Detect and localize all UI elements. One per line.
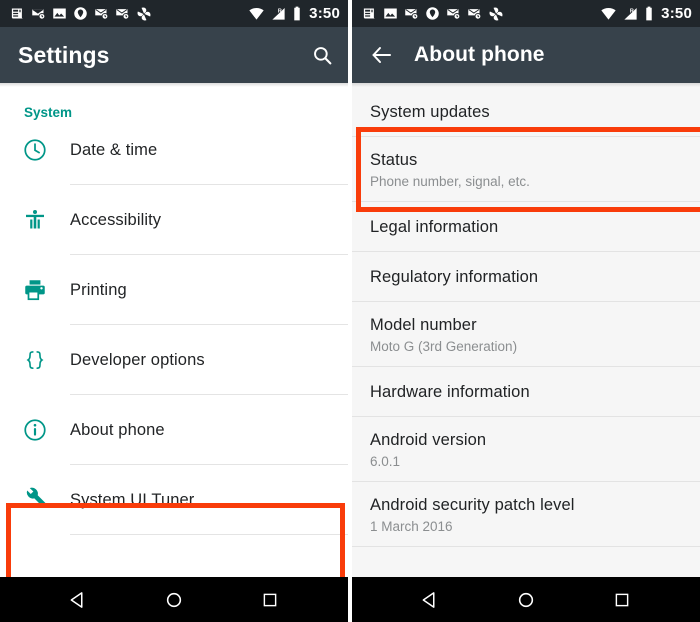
status-bar-right: R 3:50: [352, 0, 700, 27]
home-circle-icon: [518, 592, 534, 607]
mail-clock-icon: [32, 9, 46, 20]
about-phone-app-bar: About phone: [352, 27, 700, 83]
news-icon: [11, 8, 24, 19]
list-item-subtitle: Moto G (3rd Generation): [370, 338, 518, 354]
status-bar-clock: 3:50: [661, 5, 692, 22]
photo-icon: [53, 8, 66, 19]
braces-icon: [0, 347, 70, 373]
signal-roaming-icon: R: [272, 8, 285, 20]
recents-square-icon: [615, 593, 629, 606]
mail-clock-icon: [95, 9, 109, 20]
navigation-bar-right: [352, 577, 700, 622]
status-bar-left: R 3:50: [0, 0, 348, 27]
news-icon: [363, 8, 376, 19]
back-nav-button[interactable]: [53, 577, 103, 622]
home-nav-button[interactable]: [501, 577, 551, 622]
section-header-system: System: [24, 105, 73, 120]
about-phone-list: System updates Status Phone number, sign…: [352, 83, 700, 577]
mail-clock-icon: [116, 9, 130, 20]
svg-text:R: R: [278, 8, 282, 14]
list-divider: [352, 546, 700, 547]
signal-roaming-icon: R: [624, 8, 637, 20]
pinwheel-icon: [137, 7, 151, 20]
home-circle-icon: [166, 592, 182, 607]
sidebar-item-printing[interactable]: Printing: [0, 255, 348, 325]
status-bar-notification-icons-right: [362, 6, 600, 22]
battery-icon: [646, 6, 652, 21]
list-item-title: Android version: [370, 430, 487, 449]
settings-list: System Date & time Accessibility Printin…: [0, 83, 348, 577]
status-bar-notification-icons-left: [10, 6, 248, 22]
sidebar-item-label: System UI Tuner: [70, 490, 195, 509]
accessibility-icon: [0, 207, 70, 233]
list-item-title: Android security patch level: [370, 495, 575, 514]
list-item-system-updates[interactable]: System updates: [352, 87, 700, 137]
sidebar-item-label: Date & time: [70, 140, 158, 159]
info-icon: [0, 417, 70, 443]
list-item-android-security-patch-level[interactable]: Android security patch level 1 March 201…: [352, 482, 700, 547]
back-nav-button[interactable]: [405, 577, 455, 622]
sidebar-item-accessibility[interactable]: Accessibility: [0, 185, 348, 255]
list-item-model-number[interactable]: Model number Moto G (3rd Generation): [352, 302, 700, 367]
back-triangle-icon: [70, 591, 83, 608]
list-item-subtitle: 1 March 2016: [370, 518, 453, 534]
page-title: Settings: [18, 41, 110, 68]
list-divider: [70, 534, 348, 535]
back-button[interactable]: [370, 43, 394, 67]
sidebar-item-date-time[interactable]: Date & time: [0, 115, 348, 185]
svg-text:R: R: [630, 8, 634, 14]
list-item-title: Hardware information: [370, 383, 530, 401]
mail-clock-icon: [405, 9, 419, 20]
wifi-icon: [601, 8, 616, 20]
dual-screenshot-composite: R 3:50 Settings System Date & time Acces…: [0, 0, 700, 622]
battery-icon: [294, 6, 300, 21]
recents-nav-button[interactable]: [245, 577, 295, 622]
photo-icon: [384, 8, 397, 19]
sidebar-item-system-ui-tuner[interactable]: System UI Tuner: [0, 465, 348, 535]
status-bar-system-icons-right: R 3:50: [600, 5, 692, 22]
status-bar-clock: 3:50: [309, 5, 340, 22]
pinwheel-icon: [489, 7, 503, 20]
list-item-status[interactable]: Status Phone number, signal, etc.: [352, 137, 700, 202]
sidebar-item-about-phone[interactable]: About phone: [0, 395, 348, 465]
back-arrow-icon: [372, 47, 391, 63]
list-item-title: Legal information: [370, 218, 499, 236]
page-title: About phone: [414, 43, 545, 66]
sidebar-item-label: Printing: [70, 280, 127, 299]
list-item-title: Regulatory information: [370, 268, 539, 286]
search-button[interactable]: [311, 44, 334, 67]
left-phone-screen: R 3:50 Settings System Date & time Acces…: [0, 0, 348, 622]
home-nav-button[interactable]: [149, 577, 199, 622]
settings-app-bar: Settings: [0, 27, 348, 83]
shield-icon: [74, 7, 87, 20]
mail-clock-icon: [468, 9, 482, 20]
shield-icon: [426, 7, 439, 20]
list-item-legal-information[interactable]: Legal information: [352, 202, 700, 252]
right-phone-screen: R 3:50 About phone System updates Status…: [352, 0, 700, 622]
sidebar-item-label: About phone: [70, 420, 165, 439]
sidebar-item-label: Developer options: [70, 350, 205, 369]
list-item-title: System updates: [370, 103, 490, 121]
list-item-subtitle: Phone number, signal, etc.: [370, 173, 530, 189]
sidebar-item-label: Accessibility: [70, 210, 162, 229]
back-triangle-icon: [422, 591, 435, 608]
status-bar-system-icons-left: R 3:50: [248, 5, 340, 22]
list-item-title: Status: [370, 150, 418, 169]
list-item-subtitle: 6.0.1: [370, 453, 401, 469]
list-item-title: Model number: [370, 315, 477, 334]
sidebar-item-developer-options[interactable]: Developer options: [0, 325, 348, 395]
recents-nav-button[interactable]: [597, 577, 647, 622]
navigation-bar-left: [0, 577, 348, 622]
mail-clock-icon: [447, 9, 461, 20]
recents-square-icon: [263, 593, 277, 606]
wifi-icon: [249, 8, 264, 20]
list-item-android-version[interactable]: Android version 6.0.1: [352, 417, 700, 482]
list-item-regulatory-information[interactable]: Regulatory information: [352, 252, 700, 302]
clock-icon: [0, 137, 70, 163]
search-icon: [314, 46, 332, 64]
list-item-hardware-information[interactable]: Hardware information: [352, 367, 700, 417]
printer-icon: [0, 277, 70, 303]
wrench-icon: [0, 487, 70, 513]
